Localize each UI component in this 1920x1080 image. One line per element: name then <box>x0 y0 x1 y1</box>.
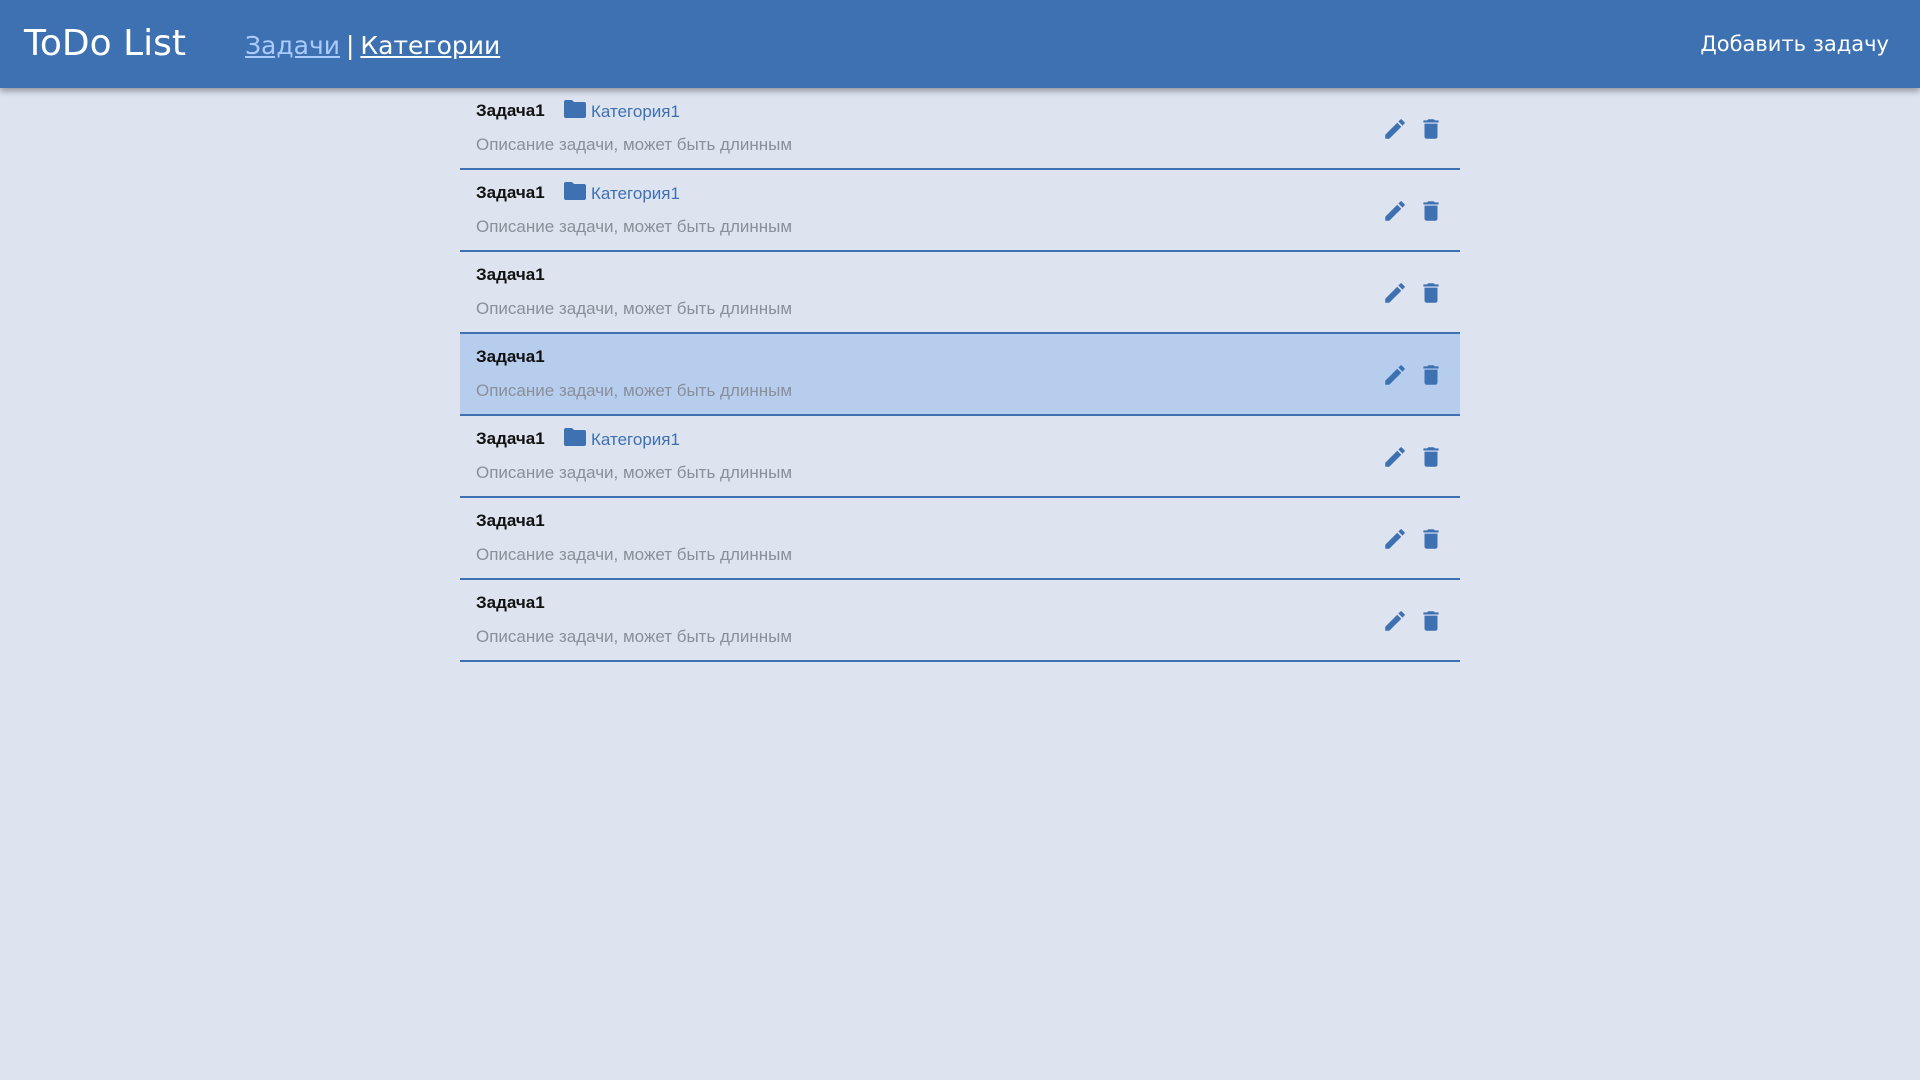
folder-icon <box>563 428 591 452</box>
task-actions <box>1382 116 1444 142</box>
app-header: ToDo List Задачи | Категории Добавить зада… <box>0 0 1920 88</box>
task-item[interactable]: Задача1 Описание задачи, может быть длинн… <box>460 580 1460 662</box>
task-actions <box>1382 198 1444 224</box>
trash-icon[interactable] <box>1418 280 1444 306</box>
nav-separator: | <box>345 31 355 60</box>
pencil-icon[interactable] <box>1382 608 1408 634</box>
pencil-icon[interactable] <box>1382 280 1408 306</box>
task-item[interactable]: Задача1 Описание задачи, может быть длинн… <box>460 498 1460 580</box>
task-actions <box>1382 608 1444 634</box>
task-actions <box>1382 444 1444 470</box>
task-description: Описание задачи, может быть длинным <box>476 463 793 482</box>
trash-icon[interactable] <box>1418 608 1444 634</box>
task-description: Описание задачи, может быть длинным <box>476 381 793 400</box>
pencil-icon[interactable] <box>1382 116 1408 142</box>
task-category-label: Категория1 <box>591 184 680 203</box>
task-description: Описание задачи, может быть длинным <box>476 217 793 236</box>
task-item[interactable]: Задача1 Описание задачи, может быть длинн… <box>460 252 1460 334</box>
task-item[interactable]: Задача1 Описание задачи, может быть длинн… <box>460 334 1460 416</box>
trash-icon[interactable] <box>1418 362 1444 388</box>
app-title: ToDo List <box>24 23 187 64</box>
trash-icon[interactable] <box>1418 526 1444 552</box>
task-title: Задача1 <box>476 265 545 284</box>
pencil-icon[interactable] <box>1382 526 1408 552</box>
task-category-link[interactable]: Категория1 <box>563 100 680 124</box>
task-list: Задача1 Категория1 Описание задачи, может … <box>460 88 1460 662</box>
task-title: Задача1 <box>476 511 545 530</box>
task-item[interactable]: Задача1 Категория1 Описание задачи, может … <box>460 88 1460 170</box>
task-category-link[interactable]: Категория1 <box>563 428 680 452</box>
pencil-icon[interactable] <box>1382 362 1408 388</box>
trash-icon[interactable] <box>1418 198 1444 224</box>
task-description: Описание задачи, может быть длинным <box>476 299 793 318</box>
task-actions <box>1382 362 1444 388</box>
pencil-icon[interactable] <box>1382 198 1408 224</box>
trash-icon[interactable] <box>1418 116 1444 142</box>
task-actions <box>1382 526 1444 552</box>
task-description: Описание задачи, может быть длинным <box>476 135 793 154</box>
task-category-label: Категория1 <box>591 102 680 121</box>
task-description: Описание задачи, может быть длинным <box>476 545 793 564</box>
task-title: Задача1 <box>476 183 545 202</box>
task-title: Задача1 <box>476 101 545 120</box>
task-item[interactable]: Задача1 Категория1 Описание задачи, может … <box>460 170 1460 252</box>
task-category-label: Категория1 <box>591 430 680 449</box>
folder-icon <box>563 100 591 124</box>
trash-icon[interactable] <box>1418 444 1444 470</box>
task-item[interactable]: Задача1 Категория1 Описание задачи, может … <box>460 416 1460 498</box>
folder-icon <box>563 182 591 206</box>
task-category-link[interactable]: Категория1 <box>563 182 680 206</box>
task-title: Задача1 <box>476 347 545 366</box>
nav-categories-link[interactable]: Категории <box>360 31 500 60</box>
nav-tasks-link[interactable]: Задачи <box>245 31 340 60</box>
task-title: Задача1 <box>476 429 545 448</box>
main-nav: Задачи | Категории <box>245 30 500 62</box>
task-title: Задача1 <box>476 593 545 612</box>
pencil-icon[interactable] <box>1382 444 1408 470</box>
add-task-button[interactable]: Добавить задачу <box>1700 30 1889 58</box>
task-actions <box>1382 280 1444 306</box>
task-description: Описание задачи, может быть длинным <box>476 627 793 646</box>
